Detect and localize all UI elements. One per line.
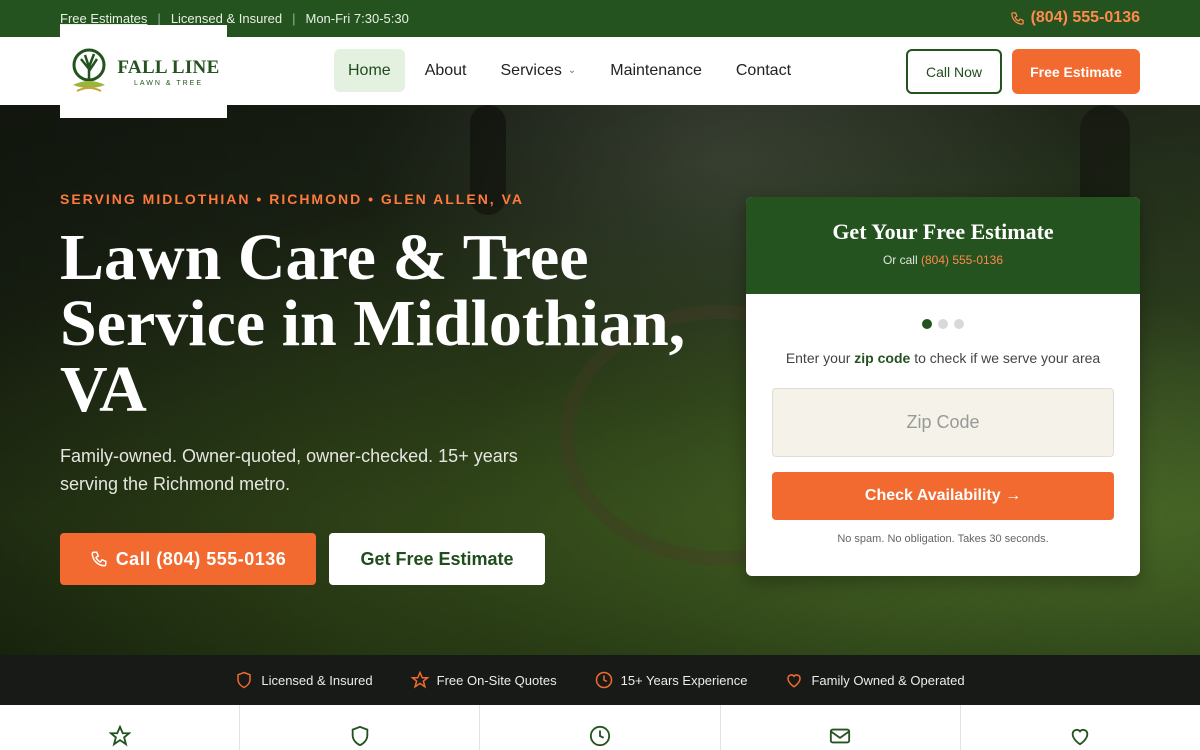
step-dot <box>938 319 948 329</box>
heart-icon <box>787 674 802 688</box>
feature-row <box>0 705 1200 750</box>
chevron-down-icon: ⌄ <box>567 65 577 76</box>
mail-icon <box>830 728 851 744</box>
estimate-card-header: Get Your Free Estimate Or call (804) 555… <box>746 197 1140 294</box>
step-dot <box>954 319 964 329</box>
trust-label: Family Owned & Operated <box>811 672 965 688</box>
estimate-card-title: Get Your Free Estimate <box>832 219 1054 244</box>
hours-text: Mon-Fri 7:30-5:30 <box>305 11 409 26</box>
shield-icon <box>237 671 252 689</box>
feature-cell <box>0 705 241 750</box>
hero-headline: Lawn Care & Tree Service in Midlothian, … <box>60 221 686 426</box>
zip-code-input[interactable] <box>772 388 1114 457</box>
trust-label: 15+ Years Experience <box>620 672 748 688</box>
logo[interactable]: FALL LINE LAWN & TREE <box>60 25 227 118</box>
feature-cell <box>961 705 1200 750</box>
form-disclaimer: No spam. No obligation. Takes 30 seconds… <box>837 533 1049 545</box>
trust-label: Free On-Site Quotes <box>436 672 557 688</box>
hero-section: SERVING MIDLOTHIAN • RICHMOND • GLEN ALL… <box>0 105 1200 655</box>
logo-name: FALL LINE <box>117 56 220 78</box>
star-icon <box>108 725 131 747</box>
nav-item-services[interactable]: Services ⌄ <box>487 49 591 92</box>
nav-menu: Home About Services ⌄ Maintenance Contac… <box>334 49 811 92</box>
hero-estimate-button[interactable]: Get Free Estimate <box>329 533 545 585</box>
free-estimates-link[interactable]: Free Estimates <box>60 11 147 26</box>
nav-item-maintenance[interactable]: Maintenance <box>596 49 716 92</box>
logo-wordmark: FALL LINE LAWN & TREE <box>117 57 219 87</box>
hero-subtext: Family-owned. Owner-quoted, owner-checke… <box>60 446 518 494</box>
step-dot-active <box>922 319 932 329</box>
licensed-text: Licensed & Insured <box>170 11 283 26</box>
trust-item: Licensed & Insured <box>235 671 373 689</box>
free-estimate-button[interactable]: Free Estimate <box>1012 49 1140 94</box>
feature-cell <box>480 705 721 750</box>
check-availability-button[interactable]: Check Availability → <box>772 472 1114 520</box>
trust-item: Free On-Site Quotes <box>410 671 557 689</box>
heart-icon <box>1072 729 1089 746</box>
clock-icon <box>589 725 611 747</box>
nav-item-contact[interactable]: Contact <box>722 49 805 92</box>
step-indicator <box>746 319 1140 329</box>
hero-call-button[interactable]: Call (804) 555-0136 <box>60 533 316 585</box>
estimate-form-card: Get Your Free Estimate Or call (804) 555… <box>746 197 1140 576</box>
separator: | <box>157 11 161 26</box>
nav-item-home[interactable]: Home <box>334 49 405 92</box>
trust-item: 15+ Years Experience <box>595 671 748 689</box>
feature-cell <box>721 705 961 750</box>
call-now-button[interactable]: Call Now <box>906 49 1002 94</box>
clock-icon <box>595 671 612 689</box>
zip-prompt-post: to check if we serve your area <box>914 350 1101 366</box>
nav-item-services-label: Services <box>500 62 562 79</box>
trust-strip: Licensed & Insured Free On-Site Quotes 1… <box>0 655 1200 705</box>
trust-label: Licensed & Insured <box>261 672 373 688</box>
logo-tagline: LAWN & TREE <box>133 79 204 87</box>
zip-prompt-pre: Enter your <box>785 350 851 366</box>
topbar-phone-link[interactable]: (804) 555-0136 <box>1010 9 1140 27</box>
trust-item: Family Owned & Operated <box>785 671 965 689</box>
zip-prompt-highlight: zip code <box>854 350 911 366</box>
separator: | <box>292 11 296 26</box>
feature-cell <box>240 705 481 750</box>
hero-call-label: Call (804) 555-0136 <box>115 548 287 569</box>
topbar-phone-number: (804) 555-0136 <box>1030 9 1140 26</box>
service-area-tagline: SERVING MIDLOTHIAN • RICHMOND • GLEN ALL… <box>60 191 524 207</box>
or-call-text: Or call <box>882 253 918 267</box>
zip-prompt: Enter your zip code to check if we serve… <box>746 350 1140 366</box>
phone-icon <box>1010 11 1024 25</box>
shield-icon <box>351 725 369 747</box>
phone-icon <box>91 551 107 567</box>
tree-logo-icon <box>72 48 106 92</box>
nav-item-about[interactable]: About <box>411 49 481 92</box>
star-icon <box>410 671 429 689</box>
estimate-card-phone-link[interactable]: (804) 555-0136 <box>921 253 1003 267</box>
estimate-card-call-line: Or call (804) 555-0136 <box>746 253 1140 267</box>
